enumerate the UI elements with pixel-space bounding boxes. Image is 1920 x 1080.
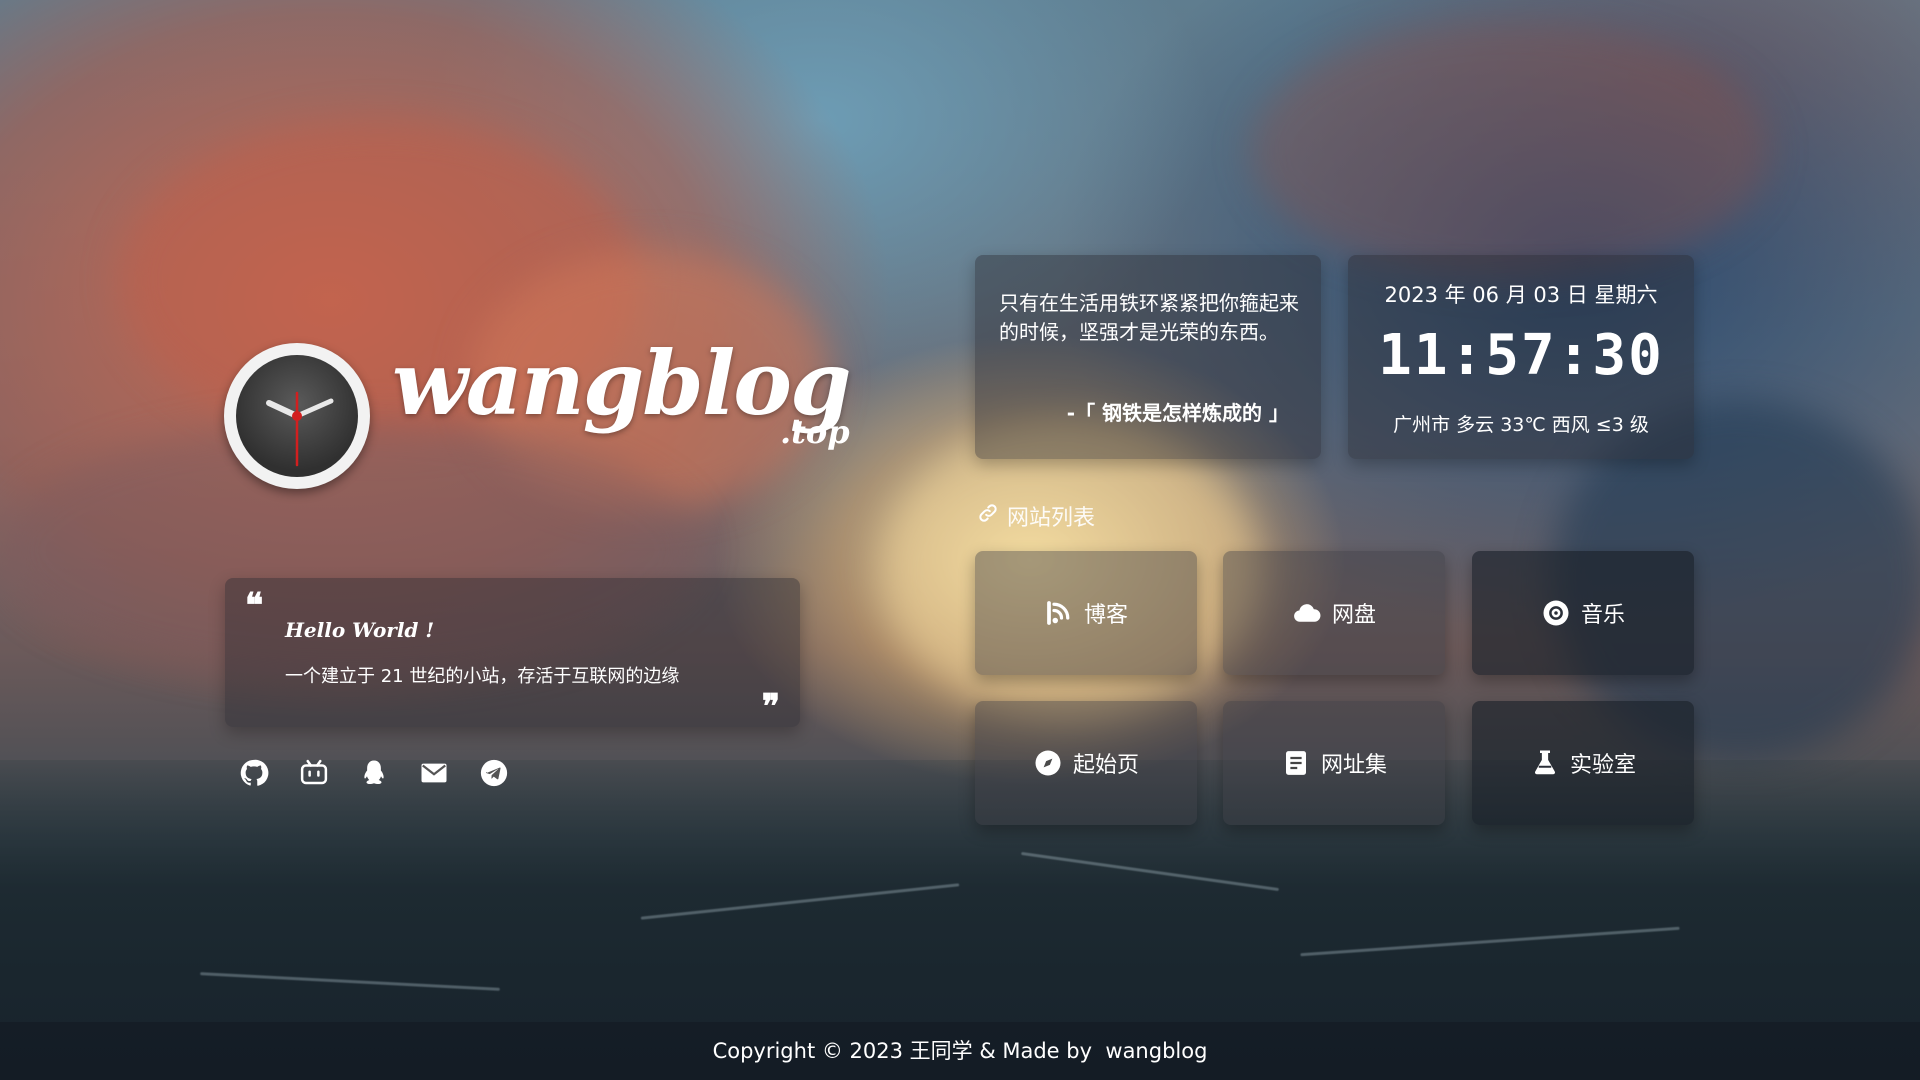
site-tile-lab[interactable]: 实验室	[1472, 701, 1694, 825]
site-tile-label: 实验室	[1569, 753, 1636, 778]
quote-card: 只有在生活用铁环紧紧把你箍起来的时候，坚强才是光荣的东西。 -「 钢铁是怎样炼成…	[975, 255, 1321, 459]
mail-icon[interactable]	[418, 757, 450, 789]
site-tile-label: 博客	[1083, 603, 1128, 628]
qq-icon[interactable]	[358, 757, 390, 789]
time-weather-card: 2023 年 06 月 03 日 星期六 11:57:30 广州市 多云 33℃…	[1348, 255, 1694, 459]
site-tile-start[interactable]: 起始页	[975, 701, 1197, 825]
hello-description: 一个建立于 21 世纪的小站，存活于互联网的边缘	[285, 666, 680, 687]
site-tile-blog[interactable]: 博客	[975, 551, 1197, 675]
weather-text: 广州市 多云 33℃ 西风 ≤3 级	[1393, 414, 1649, 436]
telegram-icon[interactable]	[478, 757, 510, 789]
site-tile-label: 起始页	[1072, 753, 1139, 778]
book-icon	[1281, 748, 1311, 778]
digital-clock: 11:57:30	[1378, 323, 1664, 388]
site-list-label: 网站列表	[1007, 506, 1096, 531]
rss-icon	[1044, 598, 1074, 628]
site-tile-label: 网址集	[1320, 753, 1387, 778]
disc-icon	[1541, 598, 1571, 628]
site-tile-links[interactable]: 网址集	[1223, 701, 1445, 825]
logo-suffix: .top	[780, 413, 850, 451]
close-quote-icon: ❞	[761, 687, 780, 727]
compass-icon	[1033, 748, 1063, 778]
site-tile-label: 网盘	[1331, 603, 1376, 628]
quote-source: -「 钢铁是怎样炼成的 」	[1066, 401, 1289, 425]
site-tile-netdisk[interactable]: 网盘	[1223, 551, 1445, 675]
flask-icon	[1530, 748, 1560, 778]
hello-card: ❝ Hello World ! 一个建立于 21 世纪的小站，存活于互联网的边缘…	[225, 578, 800, 727]
hello-heading: Hello World !	[285, 618, 435, 642]
open-quote-icon: ❝	[245, 586, 264, 626]
quote-text: 只有在生活用铁环紧紧把你箍起来的时候，坚强才是光荣的东西。	[999, 291, 1299, 344]
footer: Copyright © 2023 王同学 & Made by wangblog	[0, 1022, 1920, 1080]
site-tile-label: 音乐	[1580, 603, 1625, 628]
cloud-icon	[1292, 598, 1322, 628]
github-icon[interactable]	[238, 757, 270, 789]
date-text: 2023 年 06 月 03 日 星期六	[1384, 283, 1658, 307]
site-tile-music[interactable]: 音乐	[1472, 551, 1694, 675]
site-list-title: 网站列表	[977, 500, 1095, 532]
background-image	[0, 0, 1920, 1080]
link-icon	[977, 502, 999, 530]
bilibili-icon[interactable]	[298, 757, 330, 789]
site-logo[interactable]: wangblog .top	[224, 331, 851, 493]
copyright-text: Copyright © 2023 王同学 & Made by wangblog	[712, 1039, 1208, 1063]
social-links	[238, 757, 510, 789]
clock-logo-icon	[224, 343, 370, 489]
